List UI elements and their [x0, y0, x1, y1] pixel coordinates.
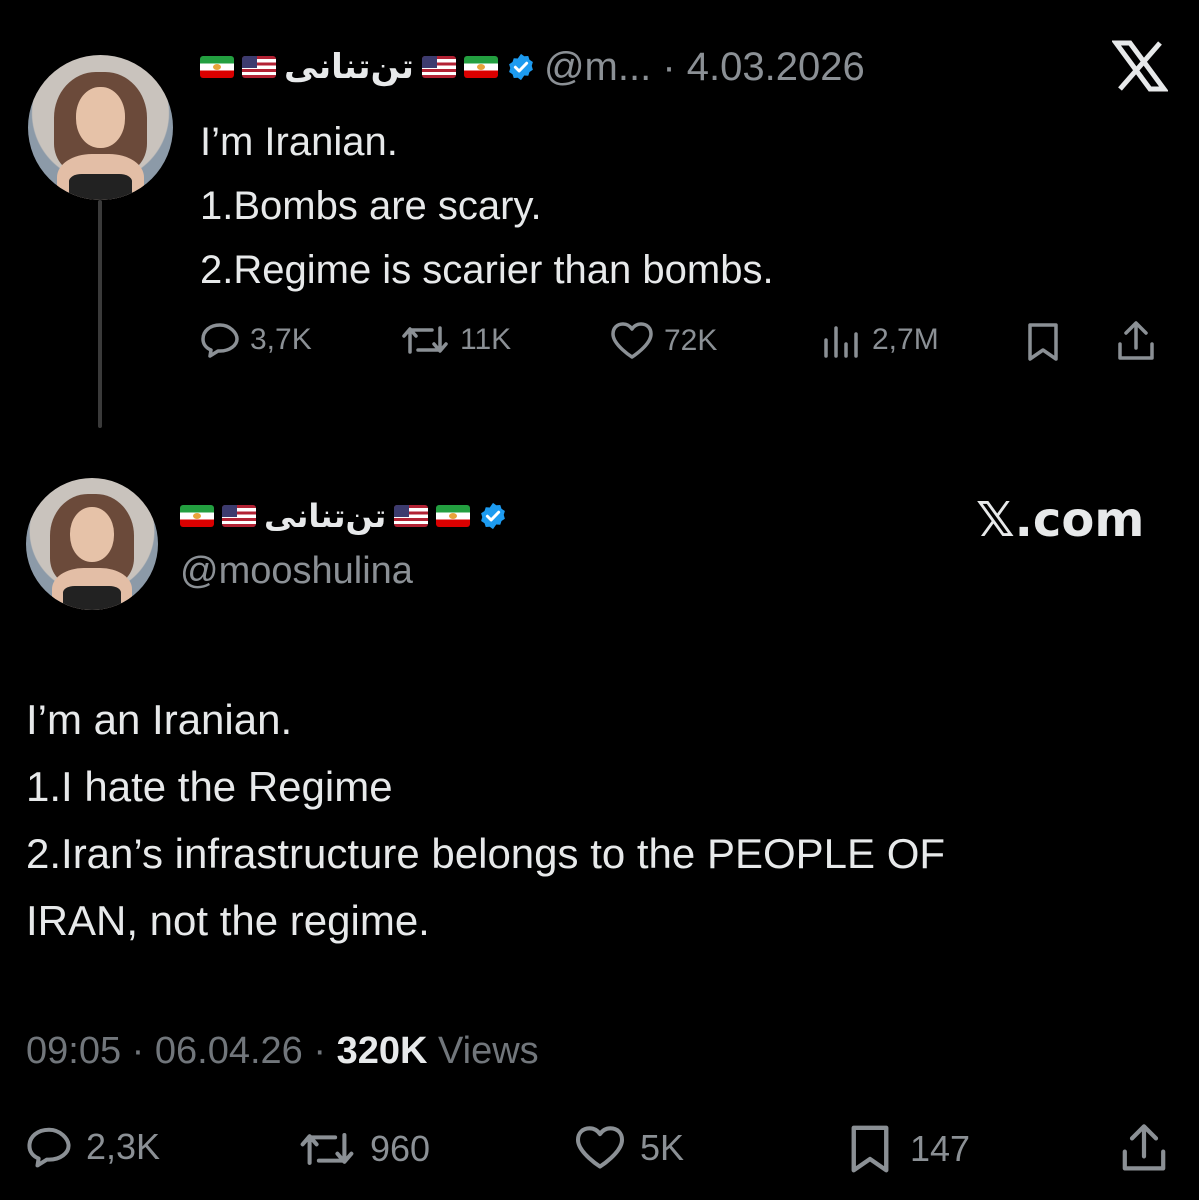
username[interactable]: @mooshulina — [180, 550, 413, 593]
x-logo-icon[interactable] — [1112, 40, 1172, 96]
display-name[interactable]: تن‌تنانی — [284, 47, 414, 87]
like-button[interactable]: 5K — [574, 1126, 684, 1170]
iran-flag-icon — [180, 505, 214, 527]
like-button[interactable]: 72K — [610, 322, 717, 360]
repost-icon — [402, 326, 448, 354]
reply-icon — [201, 323, 239, 358]
tweet-line: I’m an Iranian. — [26, 696, 293, 743]
reply-button[interactable]: 3,7K — [200, 322, 312, 358]
us-flag-icon — [222, 505, 256, 527]
tweet-meta: 09:05 · 06.04.26 · 320K Views — [26, 1030, 539, 1073]
avatar[interactable] — [26, 478, 158, 610]
repost-button[interactable]: 960 — [298, 1128, 430, 1170]
tweet2-actions: 2,3K 960 5K 147 — [26, 1122, 1176, 1178]
like-count: 72K — [664, 324, 718, 357]
us-flag-icon — [242, 56, 276, 78]
tweet2-header: تن‌تنانی — [180, 494, 508, 538]
timestamp[interactable]: 09:05 · 06.04.26 · — [26, 1030, 337, 1072]
avatar[interactable] — [28, 55, 173, 200]
share-icon[interactable] — [1116, 320, 1156, 362]
like-icon — [611, 322, 653, 359]
tweet1-text: I’m Iranian. 1.Bombs are scary. 2.Regime… — [200, 110, 774, 302]
like-icon — [575, 1126, 625, 1169]
iran-flag-icon — [200, 56, 234, 78]
like-count: 5K — [640, 1127, 685, 1168]
bookmark-count: 147 — [910, 1128, 971, 1169]
us-flag-icon — [394, 505, 429, 527]
reply-button[interactable]: 2,3K — [26, 1126, 160, 1168]
tweet-line: 1.Bombs are scary. — [200, 184, 542, 228]
iran-flag-icon — [436, 505, 471, 527]
display-name[interactable]: تن‌تنانی — [264, 497, 386, 535]
bookmark-button[interactable]: 147 — [848, 1124, 970, 1174]
share-icon[interactable] — [1120, 1122, 1168, 1174]
reply-count: 2,3K — [86, 1126, 161, 1167]
views-icon — [824, 326, 858, 358]
tweet-line: IRAN, not the regime. — [26, 897, 430, 944]
views-total: 320K — [336, 1030, 428, 1072]
x-brand-label: 𝕏.com — [976, 492, 1145, 548]
tweet-line: 2.Iran’s infrastructure belongs to the P… — [26, 830, 946, 877]
reply-count: 3,7K — [250, 323, 312, 356]
thread-line — [98, 200, 102, 428]
tweet1-actions: 3,7K 11K 72K 2,7M — [200, 318, 1170, 366]
bookmark-icon — [851, 1125, 889, 1173]
reply-icon — [27, 1127, 71, 1168]
bookmark-icon[interactable] — [1026, 322, 1060, 362]
verified-badge-icon — [478, 501, 508, 531]
tweet-line: I’m Iranian. — [200, 120, 398, 164]
views-count: 2,7M — [872, 323, 939, 356]
repost-count: 960 — [370, 1128, 431, 1169]
tweet-line: 1.I hate the Regime — [26, 763, 393, 810]
tweet2-text: I’m an Iranian. 1.I hate the Regime 2.Ir… — [26, 686, 945, 954]
tweet-line: 2.Regime is scarier than bombs. — [200, 248, 774, 292]
repost-icon — [300, 1133, 354, 1165]
repost-button[interactable]: 11K — [400, 322, 511, 358]
verified-badge-icon — [506, 52, 536, 82]
views-button[interactable]: 2,7M — [820, 322, 939, 358]
tweet1-header: تن‌تنانی @m... · 4.03.2026 — [200, 44, 865, 90]
handle-date[interactable]: @m... · 4.03.2026 — [544, 45, 865, 90]
iran-flag-icon — [463, 56, 498, 78]
views-label: Views — [427, 1030, 539, 1072]
repost-count: 11K — [460, 323, 512, 356]
us-flag-icon — [421, 56, 456, 78]
